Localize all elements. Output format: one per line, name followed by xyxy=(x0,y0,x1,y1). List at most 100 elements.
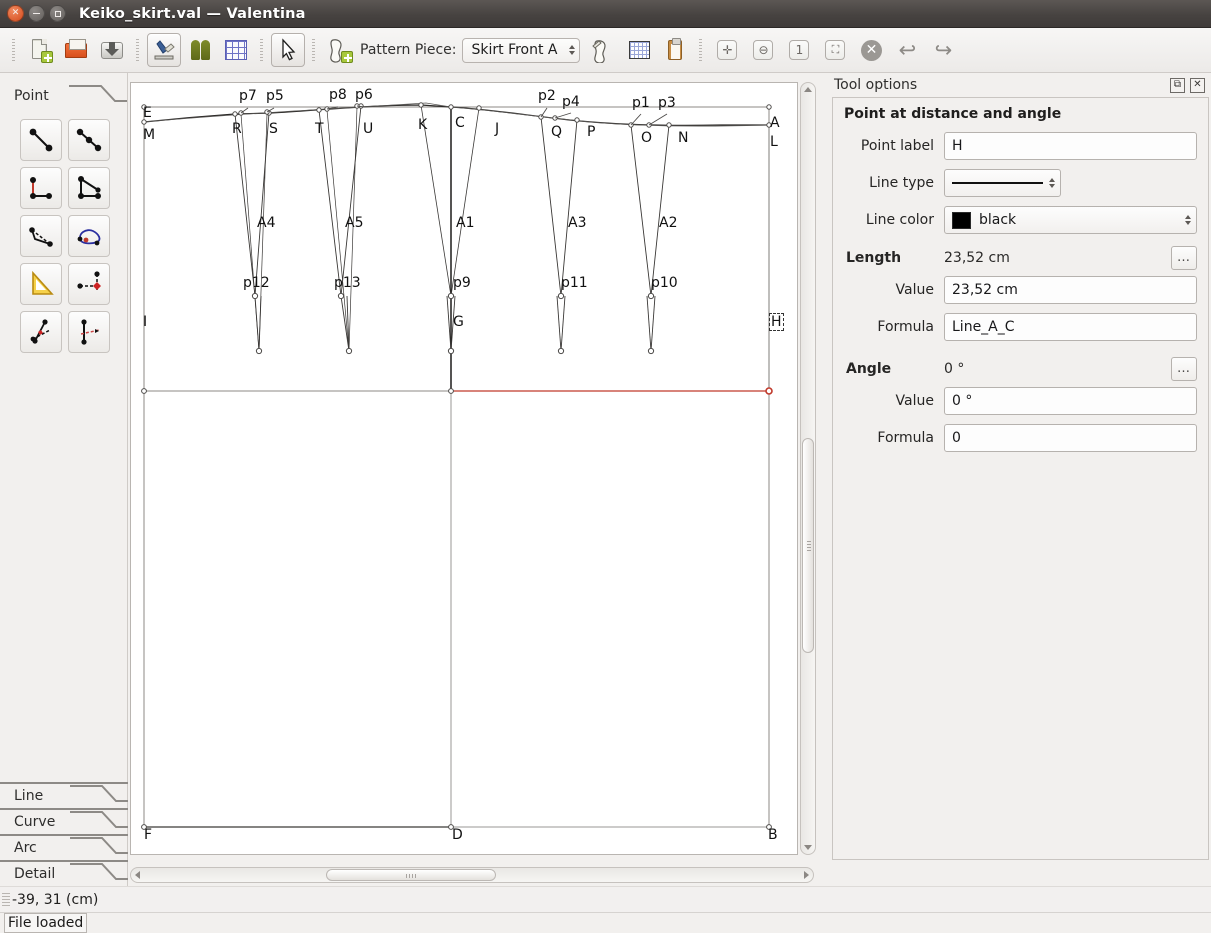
undock-panel-button[interactable]: ⧉ xyxy=(1170,78,1185,93)
point-label-p8[interactable]: p8 xyxy=(329,87,347,103)
point-label-Q[interactable]: Q xyxy=(551,124,562,140)
sidebar-group-line[interactable]: Line xyxy=(0,782,128,808)
point-label-R[interactable]: R xyxy=(232,121,242,137)
canvas-vertical-scrollbar[interactable] xyxy=(800,82,816,855)
maximize-icon[interactable] xyxy=(49,5,66,22)
point-label-N[interactable]: N xyxy=(678,130,688,146)
horizontal-scroll-thumb[interactable] xyxy=(326,869,496,881)
history-button[interactable] xyxy=(658,33,692,67)
line-color-select[interactable]: black xyxy=(944,206,1197,234)
toolbar-grip[interactable] xyxy=(10,39,18,61)
point-label-O[interactable]: O xyxy=(641,130,652,146)
toolbar-grip-5[interactable] xyxy=(697,39,705,61)
tool-point-of-intersection-lines[interactable] xyxy=(68,167,110,209)
point-label-J[interactable]: J xyxy=(495,121,499,137)
tool-point-intersect-line-axis[interactable] xyxy=(68,311,110,353)
point-label-p9[interactable]: p9 xyxy=(453,275,471,291)
point-label-p13[interactable]: p13 xyxy=(334,275,361,291)
tool-point-intersect-arcs[interactable] xyxy=(20,311,62,353)
tool-point-along-perpendicular[interactable] xyxy=(20,167,62,209)
point-label-T[interactable]: T xyxy=(315,121,324,137)
point-label-p5[interactable]: p5 xyxy=(266,88,284,104)
angle-formula-input[interactable]: 0 xyxy=(944,424,1197,452)
point-label-p4[interactable]: p4 xyxy=(562,94,580,110)
point-label-D[interactable]: D xyxy=(452,827,463,843)
table-of-variables-button[interactable] xyxy=(622,33,656,67)
chevron-updown-icon-linetype[interactable] xyxy=(1049,178,1055,188)
close-panel-button[interactable]: ✕ xyxy=(1190,78,1205,93)
statusbar-grip[interactable] xyxy=(2,893,10,907)
tool-point-of-intersection-axis[interactable] xyxy=(68,263,110,305)
point-label-K[interactable]: K xyxy=(418,117,427,133)
zoom-fit-button[interactable]: ⛶ xyxy=(818,33,852,67)
angle-formula-wizard-button[interactable]: … xyxy=(1171,357,1197,381)
scroll-down-icon[interactable] xyxy=(804,845,812,850)
stop-button[interactable]: ✕ xyxy=(854,33,888,67)
point-label-p12[interactable]: p12 xyxy=(243,275,270,291)
zoom-in-button[interactable]: ✛ xyxy=(710,33,744,67)
tool-triangle[interactable] xyxy=(20,263,62,305)
point-label-A2[interactable]: A2 xyxy=(659,215,677,231)
point-label-E[interactable]: E xyxy=(143,105,152,121)
point-label-A3[interactable]: A3 xyxy=(568,215,586,231)
minimize-icon[interactable] xyxy=(28,5,45,22)
pointer-tool-button[interactable] xyxy=(271,33,305,67)
canvas-horizontal-scrollbar[interactable] xyxy=(130,867,814,883)
point-label-C[interactable]: C xyxy=(455,115,465,131)
pattern-canvas[interactable]: E M R S T U K C J Q P O N A L p7 p5 p8 p… xyxy=(130,82,798,855)
edit-pattern-piece-button[interactable] xyxy=(586,33,620,67)
sidebar-group-curve[interactable]: Curve xyxy=(0,808,128,834)
vertical-scroll-thumb[interactable] xyxy=(802,438,814,653)
point-label-M[interactable]: M xyxy=(143,127,155,143)
redo-button[interactable]: ↪ xyxy=(926,33,960,67)
length-value-input[interactable]: 23,52 cm xyxy=(944,276,1197,304)
point-label-I[interactable]: I xyxy=(143,314,147,330)
sidebar-group-point[interactable]: Point xyxy=(0,83,127,109)
pattern-piece-select[interactable]: Skirt Front A xyxy=(462,38,580,63)
scroll-right-icon[interactable] xyxy=(804,871,809,879)
tool-point-on-curve[interactable] xyxy=(68,215,110,257)
scroll-left-icon[interactable] xyxy=(135,871,140,879)
line-type-select[interactable] xyxy=(944,169,1061,197)
tool-point-at-distance-and-angle[interactable] xyxy=(20,119,62,161)
toolbar-grip-2[interactable] xyxy=(134,39,142,61)
angle-value-input[interactable]: 0 ° xyxy=(944,387,1197,415)
point-label-p6[interactable]: p6 xyxy=(355,87,373,103)
point-label-A[interactable]: A xyxy=(770,115,780,131)
chevron-updown-icon[interactable] xyxy=(569,45,575,55)
scroll-up-icon[interactable] xyxy=(804,87,812,92)
point-label-B[interactable]: B xyxy=(768,827,778,843)
toolbar-grip-3[interactable] xyxy=(258,39,266,61)
zoom-original-button[interactable]: 1 xyxy=(782,33,816,67)
point-label-H-selected[interactable]: H xyxy=(769,313,784,331)
point-label-p1[interactable]: p1 xyxy=(632,95,650,111)
length-formula-input[interactable]: Line_A_C xyxy=(944,313,1197,341)
chevron-updown-icon-linecolor[interactable] xyxy=(1185,215,1191,225)
point-label-G[interactable]: G xyxy=(453,314,464,330)
sidebar-group-arc[interactable]: Arc xyxy=(0,834,128,860)
point-label-p11[interactable]: p11 xyxy=(561,275,588,291)
open-pattern-button[interactable] xyxy=(59,33,93,67)
point-label-F[interactable]: F xyxy=(144,827,152,843)
point-label-p7[interactable]: p7 xyxy=(239,88,257,104)
details-mode-button[interactable] xyxy=(183,33,217,67)
point-label-S[interactable]: S xyxy=(269,121,278,137)
point-label-L[interactable]: L xyxy=(770,134,778,150)
point-label-p3[interactable]: p3 xyxy=(658,95,676,111)
point-label-P[interactable]: P xyxy=(587,124,595,140)
point-label-p10[interactable]: p10 xyxy=(651,275,678,291)
layout-mode-button[interactable] xyxy=(219,33,253,67)
point-label-A1[interactable]: A1 xyxy=(456,215,474,231)
save-pattern-button[interactable] xyxy=(95,33,129,67)
zoom-out-button[interactable]: ⊖ xyxy=(746,33,780,67)
point-label-A5[interactable]: A5 xyxy=(345,215,363,231)
tool-point-along-line[interactable] xyxy=(68,119,110,161)
point-label-input[interactable]: H xyxy=(944,132,1197,160)
point-label-p2[interactable]: p2 xyxy=(538,88,556,104)
toolbar-grip-4[interactable] xyxy=(310,39,318,61)
close-icon[interactable]: ✕ xyxy=(7,5,24,22)
new-pattern-button[interactable] xyxy=(23,33,57,67)
tool-point-of-contact[interactable] xyxy=(20,215,62,257)
draw-mode-button[interactable] xyxy=(147,33,181,67)
undo-button[interactable]: ↩ xyxy=(890,33,924,67)
